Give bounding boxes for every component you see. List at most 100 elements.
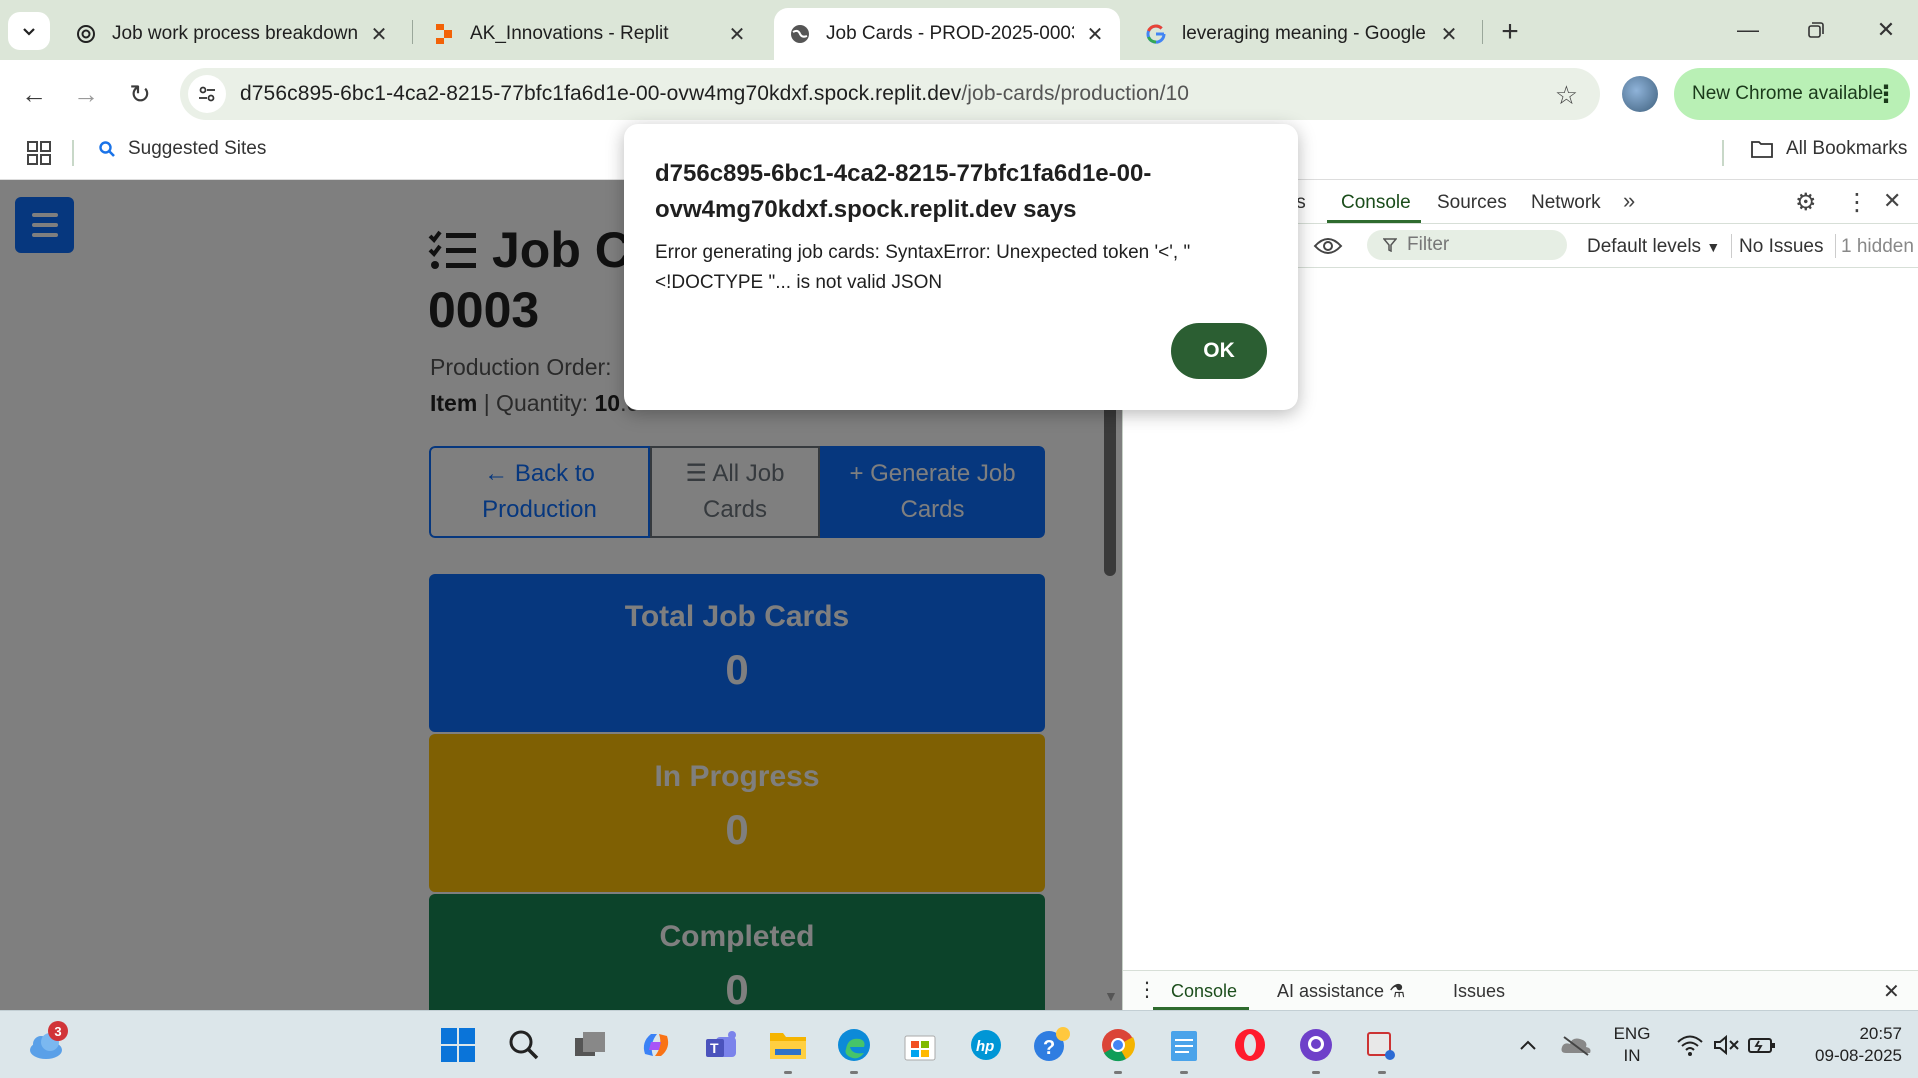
bookmark-label: Suggested Sites [128, 138, 267, 159]
clock[interactable]: 20:57 09-08-2025 [1792, 1023, 1902, 1067]
notepad-icon[interactable] [1164, 1025, 1204, 1065]
tab-separator [412, 20, 413, 44]
close-icon[interactable]: ✕ [1883, 188, 1901, 214]
start-button[interactable] [438, 1025, 478, 1065]
address-bar[interactable]: d756c895-6bc1-4ca2-8215-77bfc1fa6d1e-00-… [180, 68, 1600, 120]
devtools-tab-console[interactable]: Console [1341, 192, 1411, 214]
eye-icon[interactable] [1313, 236, 1343, 256]
language-code: ENG [1613, 1024, 1651, 1043]
filter-icon [1383, 238, 1397, 252]
back-button[interactable]: ← [14, 74, 54, 114]
opera-icon[interactable] [1230, 1025, 1270, 1065]
tab-google[interactable]: leveraging meaning - Google Se ✕ [1130, 8, 1474, 60]
chrome-update-button[interactable]: New Chrome available ⋮ [1674, 68, 1910, 120]
issues-count[interactable]: No Issues [1739, 236, 1823, 258]
drawer-tab-ai-assistance[interactable]: AI assistance ⚗ [1277, 981, 1405, 1002]
search-icon [509, 1030, 539, 1060]
task-view-button[interactable] [570, 1025, 610, 1065]
plus-icon: + [1501, 15, 1519, 48]
running-indicator [1114, 1071, 1122, 1074]
kebab-menu-icon[interactable]: ⋮ [1137, 977, 1157, 1002]
minimize-button[interactable]: — [1728, 12, 1768, 48]
running-indicator [1378, 1071, 1386, 1074]
all-bookmarks-button[interactable]: All Bookmarks [1750, 138, 1907, 160]
github-icon[interactable] [1296, 1025, 1336, 1065]
replit-icon [432, 22, 456, 46]
browser-toolbar: ← → ↻ d756c895-6bc1-4ca2-8215-77bfc1fa6d… [0, 60, 1918, 128]
battery-icon[interactable] [1742, 1025, 1782, 1065]
hp-icon[interactable]: hp [966, 1025, 1006, 1065]
chevron-down-icon [23, 28, 35, 36]
tab-replit[interactable]: AK_Innovations - Replit ✕ [418, 8, 762, 60]
kebab-menu-icon[interactable]: ⋮ [1845, 188, 1869, 217]
devtools-tab-network[interactable]: Network [1531, 192, 1601, 214]
new-tab-button[interactable]: + [1492, 14, 1528, 50]
drawer-tab-issues[interactable]: Issues [1453, 981, 1505, 1002]
url-text: d756c895-6bc1-4ca2-8215-77bfc1fa6d1e-00-… [240, 82, 1189, 106]
caret-down-icon: ▼ [1706, 239, 1721, 255]
scroll-down-icon[interactable]: ▼ [1104, 988, 1118, 1004]
edge-icon[interactable] [834, 1025, 874, 1065]
tab-job-work[interactable]: Job work process breakdown ✕ [60, 8, 404, 60]
arrow-left-icon: ← [21, 78, 47, 109]
devtools-tab-sources[interactable]: Sources [1437, 192, 1507, 214]
running-indicator [1180, 1071, 1188, 1074]
reload-icon: ↻ [129, 78, 151, 109]
bookmark-separator [1722, 140, 1724, 166]
more-tabs-icon[interactable]: » [1623, 188, 1635, 214]
page-scrollbar[interactable] [1104, 400, 1116, 576]
tab-title: Job work process breakdown [112, 23, 358, 44]
snipping-tool-icon[interactable] [1362, 1025, 1402, 1065]
active-tab-indicator [1327, 220, 1421, 223]
close-icon[interactable]: ✕ [1883, 979, 1900, 1004]
copilot-icon[interactable] [636, 1025, 676, 1065]
show-hidden-icons-button[interactable] [1508, 1025, 1548, 1065]
tab-title: AK_Innovations - Replit [470, 23, 669, 44]
windows-taskbar: 3 T hp ? ENG IN 20:57 09-08-2025 [0, 1010, 1918, 1078]
apps-grid-icon[interactable] [26, 140, 52, 166]
forward-button[interactable]: → [66, 74, 106, 114]
tab-search-button[interactable] [8, 12, 50, 50]
volume-muted-icon[interactable] [1706, 1025, 1746, 1065]
site-info-button[interactable] [188, 75, 226, 113]
openai-icon [74, 22, 98, 46]
minimize-icon: — [1737, 17, 1759, 42]
drawer-tab-console[interactable]: Console [1171, 981, 1237, 1002]
bookmark-star-icon[interactable]: ☆ [1555, 80, 1578, 111]
clock-date: 09-08-2025 [1815, 1046, 1902, 1065]
running-indicator [850, 1071, 858, 1074]
close-icon[interactable]: ✕ [368, 23, 390, 46]
more-menu-icon[interactable]: ⋮ [1874, 80, 1898, 109]
reload-button[interactable]: ↻ [120, 74, 160, 114]
chrome-update-label: New Chrome available [1692, 83, 1884, 104]
url-host: d756c895-6bc1-4ca2-8215-77bfc1fa6d1e-00-… [240, 82, 962, 105]
restore-button[interactable] [1796, 12, 1836, 48]
globe-icon [788, 22, 812, 46]
close-icon[interactable]: ✕ [1438, 23, 1460, 46]
url-path: /job-cards/production/10 [961, 82, 1190, 105]
onedrive-icon[interactable] [1556, 1025, 1596, 1065]
close-icon[interactable]: ✕ [1084, 23, 1106, 46]
chrome-icon[interactable] [1098, 1025, 1138, 1065]
file-explorer-icon[interactable] [768, 1025, 808, 1065]
wifi-icon[interactable] [1670, 1025, 1710, 1065]
bookmark-suggested-sites[interactable]: Suggested Sites [98, 138, 266, 160]
close-window-button[interactable]: ✕ [1866, 12, 1906, 48]
help-icon[interactable]: ? [1032, 1025, 1072, 1065]
tab-job-cards[interactable]: Job Cards - PROD-2025-0003 - ✕ [774, 8, 1120, 60]
microsoft-store-icon[interactable] [900, 1025, 940, 1065]
dialog-message: Error generating job cards: SyntaxError:… [655, 242, 1191, 293]
log-levels-dropdown[interactable]: Default levels ▼ [1587, 236, 1720, 258]
teams-icon[interactable]: T [702, 1025, 742, 1065]
close-icon[interactable]: ✕ [726, 23, 748, 46]
profile-avatar[interactable] [1622, 76, 1658, 112]
gear-icon[interactable]: ⚙ [1795, 188, 1817, 217]
bookmark-label: All Bookmarks [1786, 138, 1908, 159]
taskbar-search-button[interactable] [504, 1025, 544, 1065]
dialog-ok-button[interactable]: OK [1171, 323, 1267, 379]
console-filter-input[interactable]: Filter [1367, 230, 1567, 260]
input-language-indicator[interactable]: ENG IN [1610, 1023, 1654, 1067]
restore-icon [1808, 22, 1824, 38]
devtools-drawer: ⋮ Console AI assistance ⚗ Issues ✕ [1123, 970, 1918, 1010]
task-view-icon [575, 1032, 605, 1056]
